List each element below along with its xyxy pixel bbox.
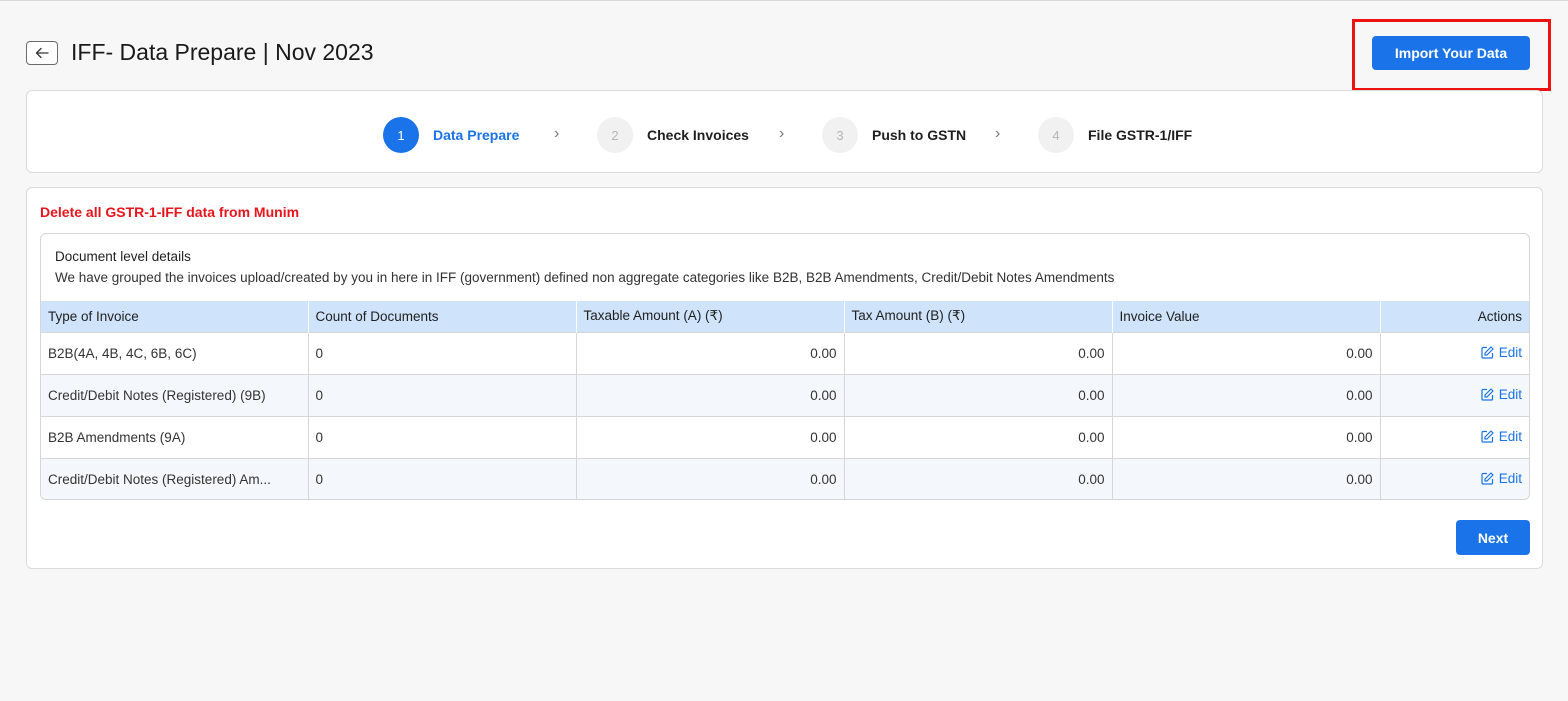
step-check-invoices[interactable]: 2 Check Invoices (597, 117, 749, 153)
import-data-button[interactable]: Import Your Data (1372, 36, 1530, 70)
step-label: File GSTR-1/IFF (1088, 127, 1193, 143)
delete-all-data-link[interactable]: Delete all GSTR-1-IFF data from Munim (40, 204, 299, 220)
actions-cell: Edit (1380, 415, 1529, 458)
column-header[interactable]: Invoice Value (1112, 301, 1381, 332)
column-header: Actions (1380, 301, 1529, 332)
invoice-type: Credit/Debit Notes (Registered) Am... (41, 457, 309, 499)
invoice-type: B2B Amendments (9A) (41, 415, 309, 458)
edit-label: Edit (1498, 344, 1522, 360)
column-header[interactable]: Type of Invoice (41, 301, 309, 332)
edit-label: Edit (1498, 428, 1522, 444)
step-label: Data Prepare (433, 127, 520, 143)
edit-button[interactable]: Edit (1481, 387, 1522, 402)
step-file-gstr1-iff[interactable]: 4 File GSTR-1/IFF (1038, 117, 1192, 153)
column-header[interactable]: Count of Documents (308, 301, 577, 332)
chevron-right-icon: › (779, 125, 785, 142)
taxable-amount: 0.00 (576, 415, 845, 458)
tax-amount: 0.00 (844, 373, 1113, 416)
document-count: 0 (308, 331, 577, 374)
step-number: 1 (383, 117, 419, 153)
actions-cell: Edit (1380, 331, 1529, 374)
edit-button[interactable]: Edit (1481, 345, 1522, 360)
actions-cell: Edit (1380, 457, 1529, 499)
taxable-amount: 0.00 (576, 331, 845, 374)
back-button[interactable] (26, 41, 58, 65)
section-description: We have grouped the invoices upload/crea… (55, 270, 1115, 285)
edit-button[interactable]: Edit (1481, 429, 1522, 444)
page-title: IFF- Data Prepare | Nov 2023 (71, 39, 374, 65)
step-number: 2 (597, 117, 633, 153)
step-push-to-gstn[interactable]: 3 Push to GSTN (822, 117, 966, 153)
tax-amount: 0.00 (844, 457, 1113, 499)
actions-cell: Edit (1380, 373, 1529, 416)
table-row: Credit/Debit Notes (Registered) Am... 0 … (41, 457, 1529, 499)
step-label: Push to GSTN (872, 127, 967, 143)
invoice-table: Type of Invoice Count of Documents Taxab… (41, 301, 1529, 499)
invoice-type: Credit/Debit Notes (Registered) (9B) (41, 373, 309, 416)
document-count: 0 (308, 415, 577, 458)
chevron-right-icon: › (995, 125, 1001, 142)
document-details-box: Document level details We have grouped t… (40, 233, 1530, 500)
document-count: 0 (308, 373, 577, 416)
invoice-value: 0.00 (1112, 415, 1381, 458)
step-label: Check Invoices (647, 127, 749, 143)
table-header-row: Type of Invoice Count of Documents Taxab… (41, 301, 1529, 332)
tax-amount: 0.00 (844, 415, 1113, 458)
taxable-amount: 0.00 (576, 373, 845, 416)
taxable-amount: 0.00 (576, 457, 845, 499)
invoice-type: B2B(4A, 4B, 4C, 6B, 6C) (41, 331, 309, 374)
step-number: 3 (822, 117, 858, 153)
invoice-value: 0.00 (1112, 331, 1381, 374)
edit-icon (1481, 429, 1494, 443)
stepper-card: 1 Data Prepare › 2 Check Invoices › 3 Pu… (26, 90, 1543, 173)
arrow-left-icon (35, 47, 49, 59)
edit-icon (1481, 345, 1494, 359)
main-card: Delete all GSTR-1-IFF data from Munim Do… (26, 187, 1543, 569)
step-data-prepare[interactable]: 1 Data Prepare (383, 117, 519, 153)
table-row: Credit/Debit Notes (Registered) (9B) 0 0… (41, 373, 1529, 416)
document-count: 0 (308, 457, 577, 499)
section-title: Document level details (55, 249, 191, 264)
tax-amount: 0.00 (844, 331, 1113, 374)
next-button[interactable]: Next (1456, 520, 1530, 555)
edit-label: Edit (1498, 470, 1522, 486)
edit-icon (1481, 472, 1494, 485)
invoice-value: 0.00 (1112, 373, 1381, 416)
invoice-value: 0.00 (1112, 457, 1381, 499)
table-row: B2B Amendments (9A) 0 0.00 0.00 0.00 Edi… (41, 415, 1529, 458)
table-row: B2B(4A, 4B, 4C, 6B, 6C) 0 0.00 0.00 0.00… (41, 331, 1529, 374)
edit-icon (1481, 387, 1494, 401)
column-header[interactable]: Taxable Amount (A) (₹) (576, 301, 845, 332)
page: IFF- Data Prepare | Nov 2023 Import Your… (0, 1, 1568, 701)
edit-button[interactable]: Edit (1481, 471, 1522, 486)
chevron-right-icon: › (554, 125, 560, 142)
column-header[interactable]: Tax Amount (B) (₹) (844, 301, 1113, 332)
edit-label: Edit (1498, 386, 1522, 402)
step-number: 4 (1038, 117, 1074, 153)
